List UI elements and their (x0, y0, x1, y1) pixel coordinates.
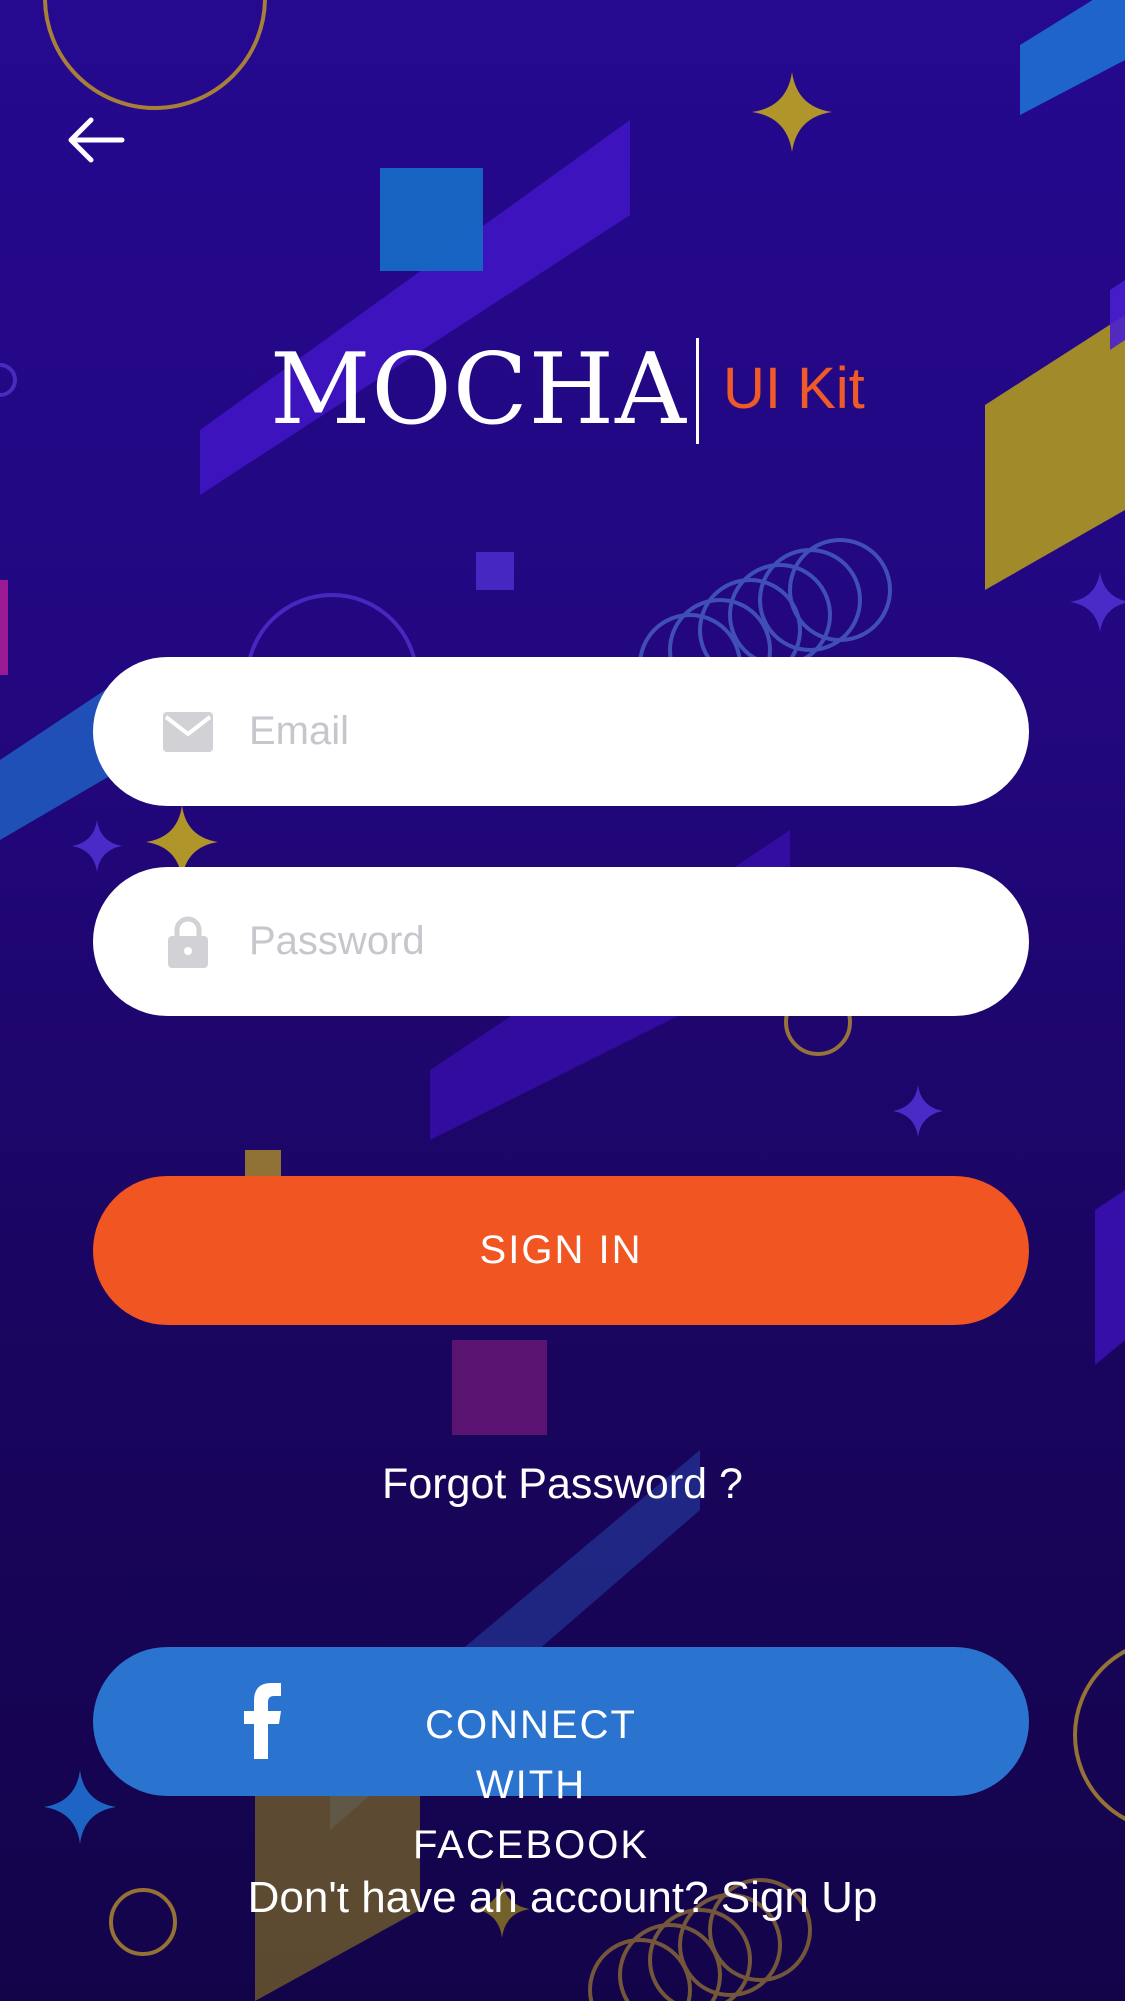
back-button[interactable] (58, 108, 132, 172)
arrow-left-icon (68, 117, 125, 163)
email-field[interactable] (93, 657, 1029, 806)
forgot-password-link[interactable]: Forgot Password ? (0, 1456, 1125, 1512)
logo-wordmark: MOCHA (270, 333, 687, 447)
lock-icon (163, 916, 213, 968)
sign-in-button[interactable]: SIGN IN (93, 1176, 1029, 1325)
logo-subtitle: UI Kit (723, 356, 865, 421)
logo-divider (696, 338, 699, 444)
sign-up-link[interactable]: Don't have an account? Sign Up (0, 1870, 1125, 1926)
facebook-icon (244, 1683, 281, 1759)
password-field[interactable] (93, 867, 1029, 1016)
facebook-button-label: CONNECT WITH FACEBOOK (412, 1703, 650, 1867)
password-input[interactable] (249, 867, 969, 1016)
envelope-icon (163, 707, 213, 757)
email-input[interactable] (249, 657, 969, 806)
facebook-connect-button[interactable]: CONNECT WITH FACEBOOK (93, 1647, 1029, 1867)
